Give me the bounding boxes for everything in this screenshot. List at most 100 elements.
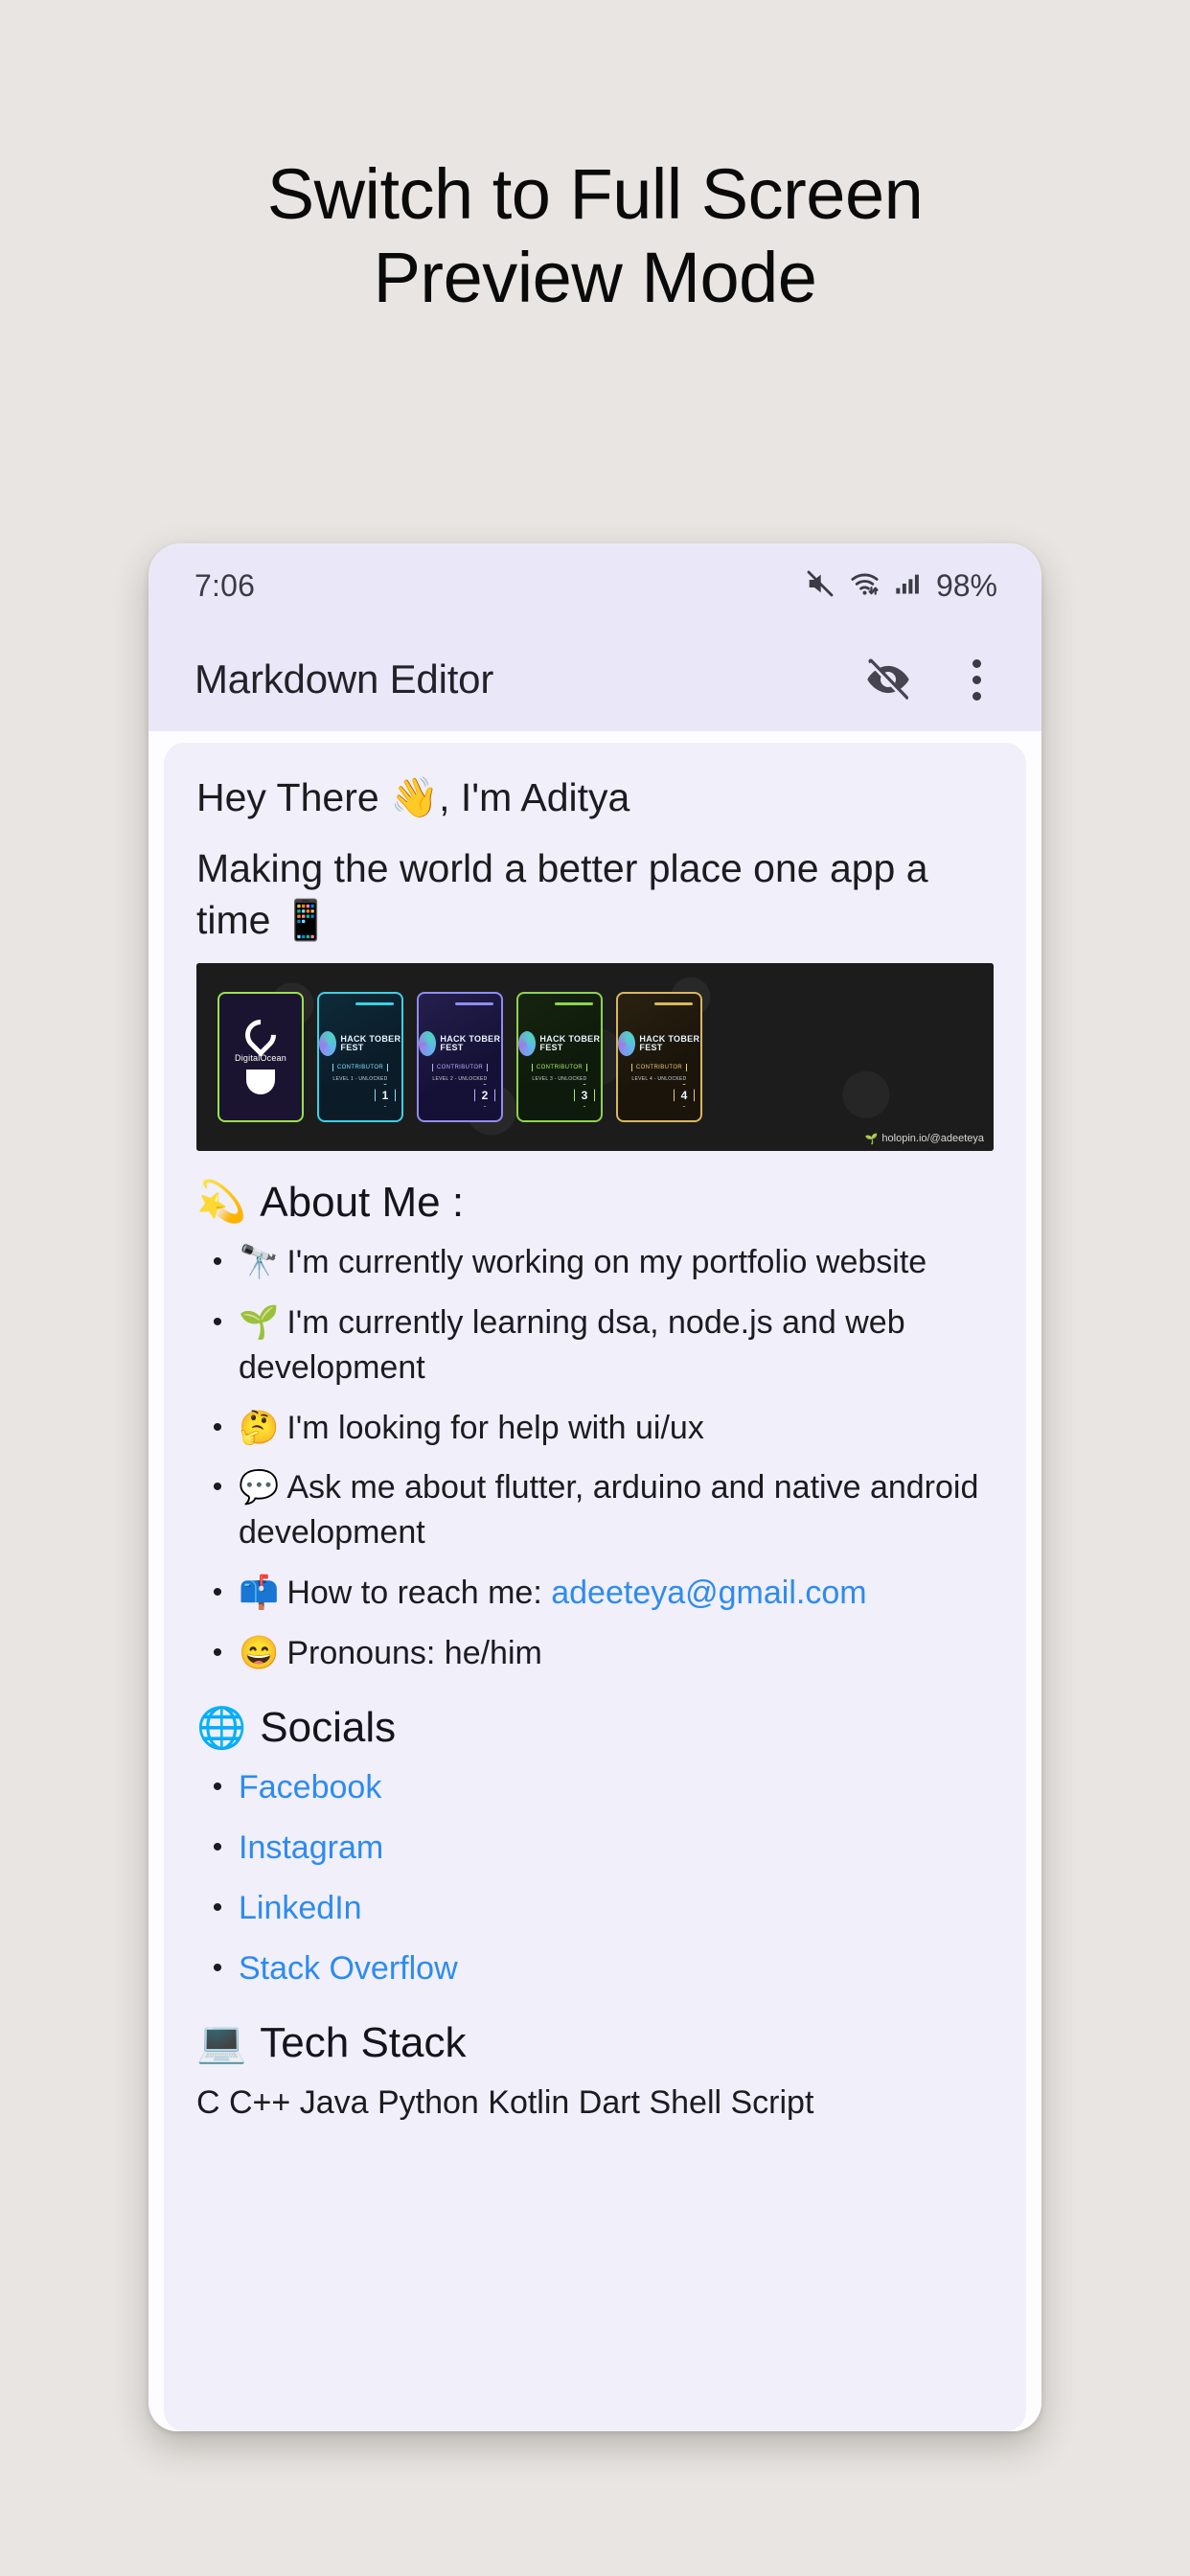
badge-level-label: LEVEL 4 - UNLOCKED — [631, 1076, 686, 1082]
list-item-text: 📫How to reach me: adeeteya@gmail.com — [239, 1571, 994, 1616]
badge-brand-label: HACK TOBER FEST — [539, 1035, 601, 1053]
tech-stack-heading: 💻 Tech Stack — [196, 2016, 994, 2069]
holopin-watermark-label: holopin.io/@adeeteya — [881, 1133, 984, 1144]
tech-stack-heading-label: Tech Stack — [260, 2016, 466, 2069]
badge-digitalocean: DigitalOcean — [217, 992, 304, 1122]
badge-role-label: CONTRIBUTOR — [432, 1064, 488, 1071]
mailbox-icon: 📫 — [239, 1575, 279, 1611]
tech-stack-cut-off-row: C C++ Java Python Kotlin Dart Shell Scri… — [196, 2081, 994, 2127]
badge-topbar — [355, 1002, 394, 1005]
wifi-icon — [849, 568, 881, 604]
social-link-linkedin[interactable]: LinkedIn — [239, 1890, 362, 1926]
list-item-label: I'm currently working on my portfolio we… — [286, 1244, 927, 1280]
telescope-icon: 🔭 — [239, 1244, 279, 1280]
speech-balloon-icon: 💬 — [239, 1469, 279, 1506]
socials-list: • Facebook • Instagram • LinkedIn • Stac… — [196, 1765, 994, 1991]
phone-mockup: 7:06 — [149, 543, 1041, 2431]
promo-headline: Switch to Full Screen Preview Mode — [0, 153, 1190, 319]
overflow-dots — [973, 659, 981, 701]
list-item-text: 🔭I'm currently working on my portfolio w… — [239, 1240, 994, 1285]
badge-level-label: LEVEL 3 - UNLOCKED — [532, 1076, 586, 1082]
badge-brand-label: HACK TOBER FEST — [340, 1035, 401, 1053]
list-item-text: Instagram — [239, 1826, 994, 1871]
badge-brand-row: HACK TOBER FEST — [618, 1031, 700, 1056]
badge-topbar — [654, 1002, 693, 1005]
markdown-preview-card[interactable]: Hey There 👋, I'm Aditya Making the world… — [164, 743, 1026, 2431]
list-item: • 💬Ask me about flutter, arduino and nat… — [196, 1465, 994, 1555]
promo-headline-line-1: Switch to Full Screen — [67, 153, 1123, 237]
globe-icon: 🌐 — [196, 1708, 246, 1748]
badge-level-label: LEVEL 2 - UNLOCKED — [432, 1076, 487, 1082]
bullet-icon: • — [196, 1406, 239, 1449]
eye-off-icon[interactable] — [861, 653, 915, 706]
list-item-text: 💬Ask me about flutter, arduino and nativ… — [239, 1465, 994, 1555]
list-item: • 🤔I'm looking for help with ui/ux — [196, 1406, 994, 1451]
badge-topbar — [455, 1002, 493, 1005]
email-link[interactable]: adeeteya@gmail.com — [551, 1575, 866, 1611]
badge-level-number: 3 — [574, 1084, 595, 1107]
status-bar-time: 7:06 — [195, 568, 255, 604]
thinking-face-icon: 🤔 — [239, 1410, 279, 1446]
bullet-icon: • — [196, 1465, 239, 1508]
list-item-text: 🌱I'm currently learning dsa, node.js and… — [239, 1300, 994, 1391]
badge-brand-row: HACK TOBER FEST — [419, 1031, 501, 1056]
preview-body: Hey There 👋, I'm Aditya Making the world… — [149, 731, 1041, 2431]
list-item-text: Facebook — [239, 1765, 994, 1810]
list-item-label: How to reach me: — [286, 1575, 551, 1611]
hacktoberfest-logo-icon — [319, 1031, 336, 1056]
digitalocean-whale-icon — [246, 1070, 275, 1094]
badge-strip: DigitalOcean HACK TOBER FEST CONTRIBUTOR… — [196, 963, 994, 1151]
bullet-icon: • — [196, 1240, 239, 1283]
list-item: • Instagram — [196, 1826, 994, 1871]
bullet-icon: • — [196, 1631, 239, 1674]
preview-heading-1: Hey There 👋, I'm Aditya — [196, 773, 994, 822]
list-item-label: Pronouns: he/him — [286, 1635, 542, 1671]
app-bar-title: Markdown Editor — [195, 656, 861, 702]
about-me-heading-label: About Me : — [260, 1176, 464, 1229]
badge-level-number: 4 — [674, 1084, 695, 1107]
list-item: • 📫How to reach me: adeeteya@gmail.com — [196, 1571, 994, 1616]
about-me-heading: 💫 About Me : — [196, 1176, 994, 1229]
list-item: • LinkedIn — [196, 1886, 994, 1931]
badge-level-4: HACK TOBER FEST CONTRIBUTOR LEVEL 4 - UN… — [616, 992, 702, 1122]
badge-brand-label: HACK TOBER FEST — [639, 1035, 700, 1053]
list-item-text: LinkedIn — [239, 1886, 994, 1931]
bullet-icon: • — [196, 1765, 239, 1808]
badge-level-number: 1 — [375, 1084, 396, 1107]
signal-bars-icon — [894, 568, 921, 604]
battery-percent-label: 98% — [936, 568, 997, 604]
socials-heading-label: Socials — [260, 1701, 396, 1754]
list-item-text: 😄Pronouns: he/him — [239, 1631, 994, 1676]
seedling-icon: 🌱 — [239, 1304, 279, 1341]
badge-level-1: HACK TOBER FEST CONTRIBUTOR LEVEL 1 - UN… — [317, 992, 403, 1122]
three-dot-menu-icon[interactable] — [950, 653, 1003, 706]
bullet-icon: • — [196, 1300, 239, 1344]
badge-level-number: 2 — [474, 1084, 495, 1107]
list-item-label: I'm looking for help with ui/ux — [286, 1410, 703, 1446]
app-bar-actions — [861, 653, 1003, 706]
preview-heading-2: Making the world a better place one app … — [196, 843, 994, 946]
sprout-icon: 🌱 — [865, 1133, 879, 1145]
bullet-icon: • — [196, 1946, 239, 1990]
list-item: • Stack Overflow — [196, 1946, 994, 1991]
app-bar: Markdown Editor — [149, 628, 1041, 731]
status-bar-indicators: 98% — [805, 568, 997, 604]
dot — [973, 676, 981, 684]
list-item: • 🔭I'm currently working on my portfolio… — [196, 1240, 994, 1285]
bullet-icon: • — [196, 1571, 239, 1614]
list-item: • Facebook — [196, 1765, 994, 1810]
hacktoberfest-logo-icon — [518, 1031, 536, 1056]
badge-topbar — [555, 1002, 593, 1005]
holopin-badges-image: DigitalOcean HACK TOBER FEST CONTRIBUTOR… — [196, 963, 994, 1151]
badge-level-label: LEVEL 1 - UNLOCKED — [332, 1076, 387, 1082]
list-item-text: 🤔I'm looking for help with ui/ux — [239, 1406, 994, 1451]
social-link-facebook[interactable]: Facebook — [239, 1769, 381, 1806]
badge-level-2: HACK TOBER FEST CONTRIBUTOR LEVEL 2 - UN… — [417, 992, 503, 1122]
social-link-instagram[interactable]: Instagram — [239, 1829, 383, 1866]
hacktoberfest-logo-icon — [618, 1031, 635, 1056]
list-item: • 😄Pronouns: he/him — [196, 1631, 994, 1676]
social-link-stack-overflow[interactable]: Stack Overflow — [239, 1950, 458, 1987]
hacktoberfest-logo-icon — [419, 1031, 436, 1056]
dot — [973, 659, 981, 668]
holopin-watermark: 🌱 holopin.io/@adeeteya — [865, 1133, 984, 1145]
